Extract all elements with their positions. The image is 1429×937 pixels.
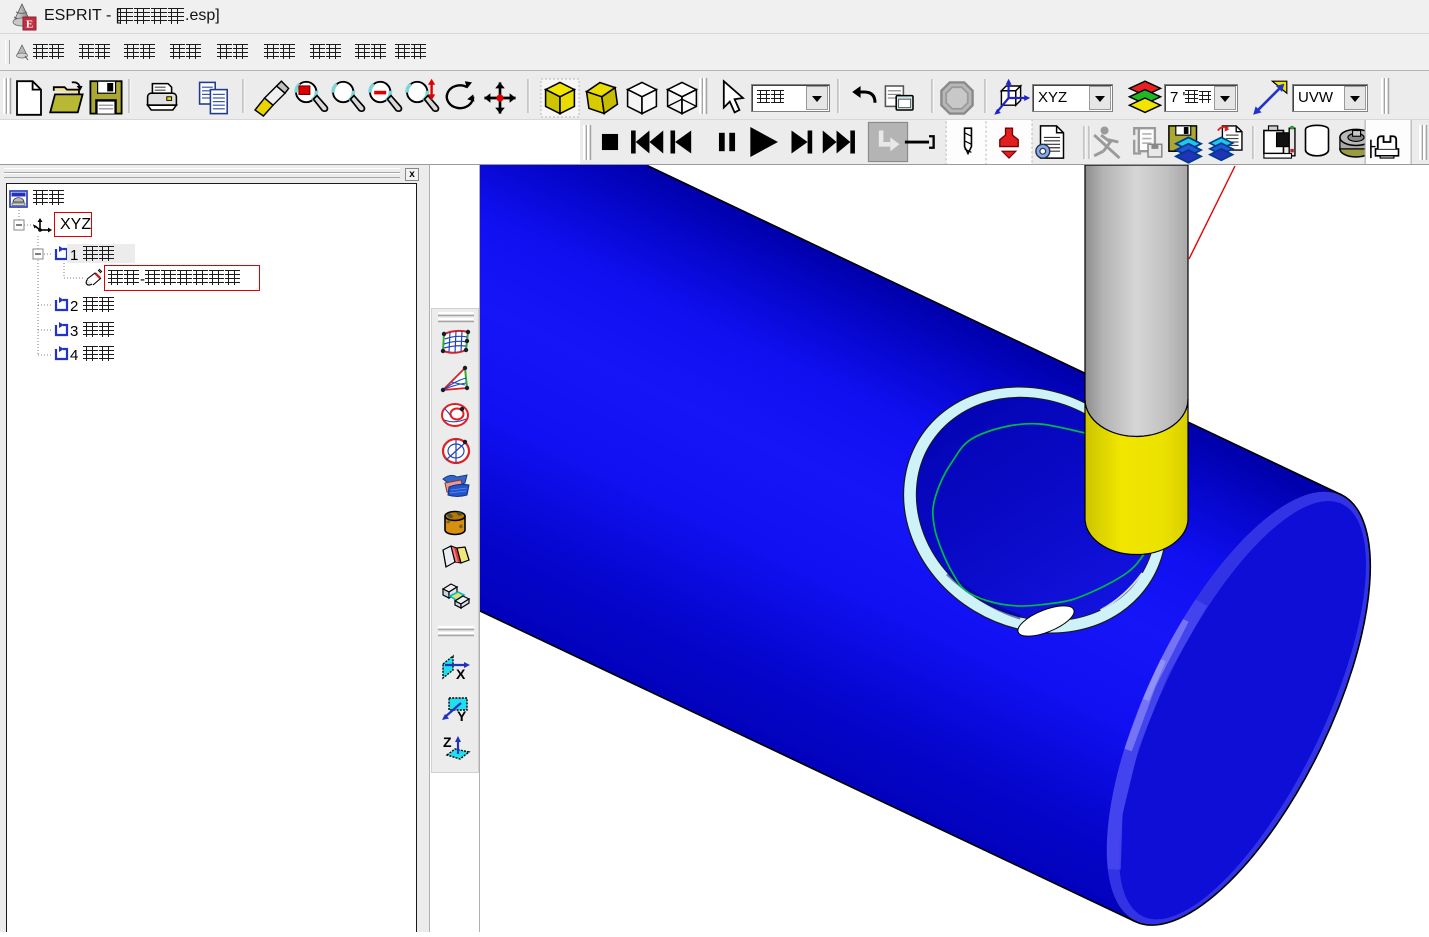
svg-text:Y: Y xyxy=(457,708,467,724)
svg-text:X: X xyxy=(456,666,466,682)
svg-text:E: E xyxy=(26,19,33,31)
svg-text:Z: Z xyxy=(443,734,452,750)
